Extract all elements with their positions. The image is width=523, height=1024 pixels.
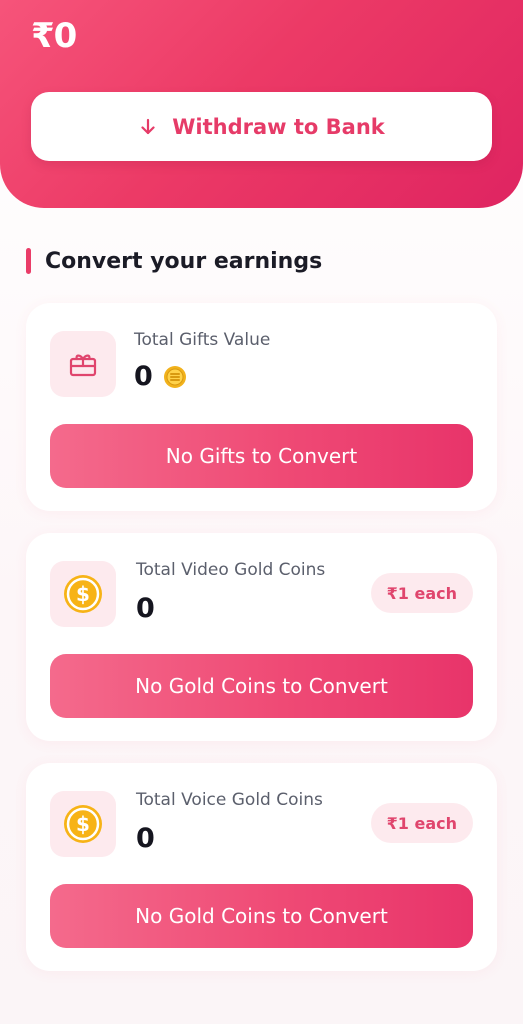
video-coins-card: $ Total Video Gold Coins 0 ₹1 each No Go… [26, 533, 497, 741]
earnings-screen: ₹0 Withdraw to Bank Convert your earning… [0, 0, 523, 1024]
arrow-down-icon [141, 118, 155, 134]
gifts-value: 0 [134, 361, 187, 392]
convert-gifts-button[interactable]: No Gifts to Convert [50, 424, 473, 488]
voice-coin-icon-box: $ [50, 791, 116, 857]
coin-stack-icon [163, 365, 186, 388]
video-coins-label: Total Video Gold Coins [136, 560, 326, 580]
balance-amount: ₹0 [31, 16, 77, 56]
gifts-value-number: 0 [134, 361, 153, 392]
gift-icon [69, 354, 97, 377]
convert-voice-coins-button[interactable]: No Gold Coins to Convert [50, 884, 473, 948]
section-heading: Convert your earnings [26, 248, 322, 274]
dollar-coin-icon: $ [64, 575, 102, 613]
voice-coins-value: 0 [136, 823, 155, 854]
rate-badge: ₹1 each [370, 573, 473, 613]
balance-header: ₹0 Withdraw to Bank [0, 0, 523, 208]
withdraw-to-bank-button[interactable]: Withdraw to Bank [31, 92, 492, 161]
gifts-label: Total Gifts Value [134, 330, 271, 350]
svg-text:$: $ [76, 812, 90, 836]
dollar-coin-icon: $ [64, 805, 102, 843]
voice-coins-label: Total Voice Gold Coins [136, 790, 323, 810]
gift-icon-box [50, 331, 116, 397]
voice-coins-card: $ Total Voice Gold Coins 0 ₹1 each No Go… [26, 763, 497, 971]
rate-badge: ₹1 each [370, 803, 473, 843]
video-coin-icon-box: $ [50, 561, 116, 627]
section-accent-bar [26, 248, 31, 274]
convert-video-coins-button[interactable]: No Gold Coins to Convert [50, 654, 473, 718]
video-coins-value: 0 [136, 593, 155, 624]
svg-text:$: $ [76, 582, 90, 606]
section-title: Convert your earnings [45, 248, 323, 274]
withdraw-label: Withdraw to Bank [172, 114, 385, 139]
gifts-card: Total Gifts Value 0 No Gifts to Convert [26, 303, 497, 511]
